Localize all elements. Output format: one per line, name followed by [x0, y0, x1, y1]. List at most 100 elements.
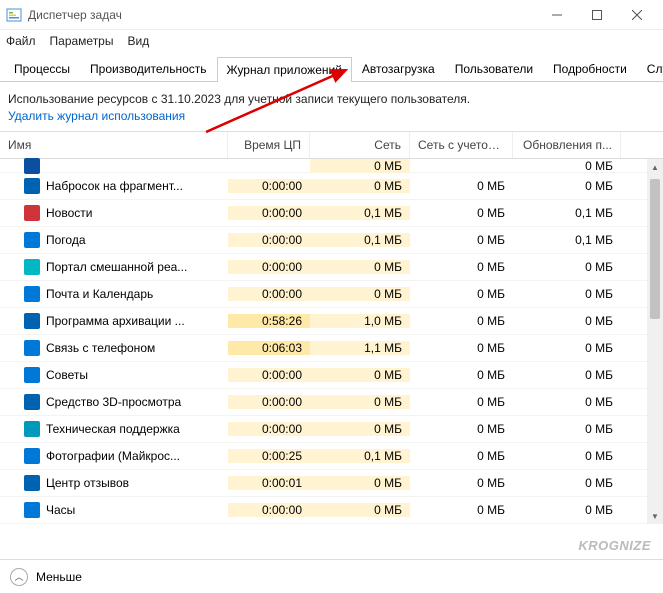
- cell-name: Советы: [0, 367, 228, 383]
- cell-cpu-time: 0:00:00: [228, 368, 310, 382]
- cell-name: Центр отзывов: [0, 475, 228, 491]
- cell-name: [0, 158, 228, 174]
- col-network[interactable]: Сеть: [310, 132, 410, 158]
- app-icon: [24, 448, 40, 464]
- delete-history-link[interactable]: Удалить журнал использования: [0, 108, 663, 131]
- col-metered[interactable]: Сеть с учетом т...: [410, 132, 513, 158]
- cell-updates: 0 МБ: [513, 314, 621, 328]
- cell-metered: 0 МБ: [410, 179, 513, 193]
- cell-name: Часы: [0, 502, 228, 518]
- menu-file[interactable]: Файл: [6, 34, 36, 48]
- tab-details[interactable]: Подробности: [543, 56, 637, 81]
- cell-network: 1,1 МБ: [310, 341, 410, 355]
- column-headers: Имя Время ЦП Сеть Сеть с учетом т... Обн…: [0, 132, 663, 159]
- table-row[interactable]: Связь с телефоном0:06:031,1 МБ0 МБ0 МБ: [0, 335, 663, 362]
- table-row[interactable]: 0 МБ0 МБ: [0, 159, 663, 173]
- tab-services[interactable]: Службы: [637, 56, 663, 81]
- footer: ︿ Меньше: [0, 559, 663, 593]
- cell-network: 0 МБ: [310, 476, 410, 490]
- cell-network: 0 МБ: [310, 395, 410, 409]
- tab-performance[interactable]: Производительность: [80, 56, 216, 81]
- app-icon: [6, 7, 22, 23]
- table-row[interactable]: Портал смешанной реа...0:00:000 МБ0 МБ0 …: [0, 254, 663, 281]
- table-row[interactable]: Советы0:00:000 МБ0 МБ0 МБ: [0, 362, 663, 389]
- menu-view[interactable]: Вид: [127, 34, 149, 48]
- fewer-details-button[interactable]: Меньше: [36, 570, 82, 584]
- grid-body: 0 МБ0 МБНабросок на фрагмент...0:00:000 …: [0, 159, 663, 524]
- cell-name: Программа архивации ...: [0, 313, 228, 329]
- app-icon: [24, 475, 40, 491]
- cell-metered: 0 МБ: [410, 449, 513, 463]
- table-row[interactable]: Новости0:00:000,1 МБ0 МБ0,1 МБ: [0, 200, 663, 227]
- tab-processes[interactable]: Процессы: [4, 56, 80, 81]
- table-row[interactable]: Почта и Календарь0:00:000 МБ0 МБ0 МБ: [0, 281, 663, 308]
- table-row[interactable]: Погода0:00:000,1 МБ0 МБ0,1 МБ: [0, 227, 663, 254]
- cell-updates: 0 МБ: [513, 260, 621, 274]
- app-icon: [24, 502, 40, 518]
- app-name-label: Новости: [46, 206, 92, 220]
- watermark: KROGNIZE: [578, 538, 651, 553]
- app-icon: [24, 158, 40, 174]
- table-row[interactable]: Техническая поддержка0:00:000 МБ0 МБ0 МБ: [0, 416, 663, 443]
- cell-network: 0,1 МБ: [310, 206, 410, 220]
- col-name[interactable]: Имя: [0, 132, 228, 158]
- tab-app-history[interactable]: Журнал приложений: [217, 57, 352, 82]
- cell-name: Фотографии (Майкрос...: [0, 448, 228, 464]
- app-icon: [24, 367, 40, 383]
- usage-info: Использование ресурсов с 31.10.2023 для …: [0, 82, 663, 108]
- cell-name: Связь с телефоном: [0, 340, 228, 356]
- cell-network: 0 МБ: [310, 503, 410, 517]
- table-row[interactable]: Часы0:00:000 МБ0 МБ0 МБ: [0, 497, 663, 524]
- cell-updates: 0 МБ: [513, 368, 621, 382]
- cell-updates: 0 МБ: [513, 159, 621, 173]
- cell-cpu-time: 0:00:00: [228, 233, 310, 247]
- cell-metered: 0 МБ: [410, 341, 513, 355]
- app-icon: [24, 178, 40, 194]
- app-icon: [24, 421, 40, 437]
- cell-cpu-time: 0:00:00: [228, 260, 310, 274]
- app-icon: [24, 205, 40, 221]
- cell-name: Погода: [0, 232, 228, 248]
- app-name-label: Техническая поддержка: [46, 422, 180, 436]
- cell-cpu-time: 0:00:00: [228, 503, 310, 517]
- tabs: Процессы Производительность Журнал прило…: [0, 56, 663, 82]
- maximize-button[interactable]: [577, 0, 617, 30]
- col-updates[interactable]: Обновления п...: [513, 132, 621, 158]
- app-name-label: Погода: [46, 233, 86, 247]
- cell-metered: 0 МБ: [410, 260, 513, 274]
- scroll-up-icon[interactable]: ▲: [647, 159, 663, 175]
- cell-network: 1,0 МБ: [310, 314, 410, 328]
- app-icon: [24, 286, 40, 302]
- app-icon: [24, 259, 40, 275]
- app-name-label: Фотографии (Майкрос...: [46, 449, 180, 463]
- cell-metered: 0 МБ: [410, 422, 513, 436]
- cell-metered: 0 МБ: [410, 314, 513, 328]
- cell-cpu-time: 0:58:26: [228, 314, 310, 328]
- tab-startup[interactable]: Автозагрузка: [352, 56, 445, 81]
- table-row[interactable]: Набросок на фрагмент...0:00:000 МБ0 МБ0 …: [0, 173, 663, 200]
- menu-options[interactable]: Параметры: [50, 34, 114, 48]
- table-row[interactable]: Программа архивации ...0:58:261,0 МБ0 МБ…: [0, 308, 663, 335]
- cell-metered: 0 МБ: [410, 476, 513, 490]
- app-name-label: Средство 3D-просмотра: [46, 395, 181, 409]
- vertical-scrollbar[interactable]: ▲ ▼: [647, 159, 663, 524]
- cell-cpu-time: 0:06:03: [228, 341, 310, 355]
- minimize-button[interactable]: [537, 0, 577, 30]
- cell-network: 0 МБ: [310, 422, 410, 436]
- table-row[interactable]: Фотографии (Майкрос...0:00:250,1 МБ0 МБ0…: [0, 443, 663, 470]
- chevron-up-icon[interactable]: ︿: [10, 568, 28, 586]
- scroll-down-icon[interactable]: ▼: [647, 508, 663, 524]
- cell-updates: 0 МБ: [513, 395, 621, 409]
- app-name-label: Центр отзывов: [46, 476, 129, 490]
- scrollbar-thumb[interactable]: [650, 179, 660, 319]
- app-name-label: Программа архивации ...: [46, 314, 185, 328]
- col-cpu-time[interactable]: Время ЦП: [228, 132, 310, 158]
- cell-network: 0,1 МБ: [310, 233, 410, 247]
- cell-network: 0 МБ: [310, 287, 410, 301]
- cell-updates: 0 МБ: [513, 179, 621, 193]
- table-row[interactable]: Центр отзывов0:00:010 МБ0 МБ0 МБ: [0, 470, 663, 497]
- tab-users[interactable]: Пользователи: [445, 56, 543, 81]
- close-button[interactable]: [617, 0, 657, 30]
- cell-metered: 0 МБ: [410, 206, 513, 220]
- table-row[interactable]: Средство 3D-просмотра0:00:000 МБ0 МБ0 МБ: [0, 389, 663, 416]
